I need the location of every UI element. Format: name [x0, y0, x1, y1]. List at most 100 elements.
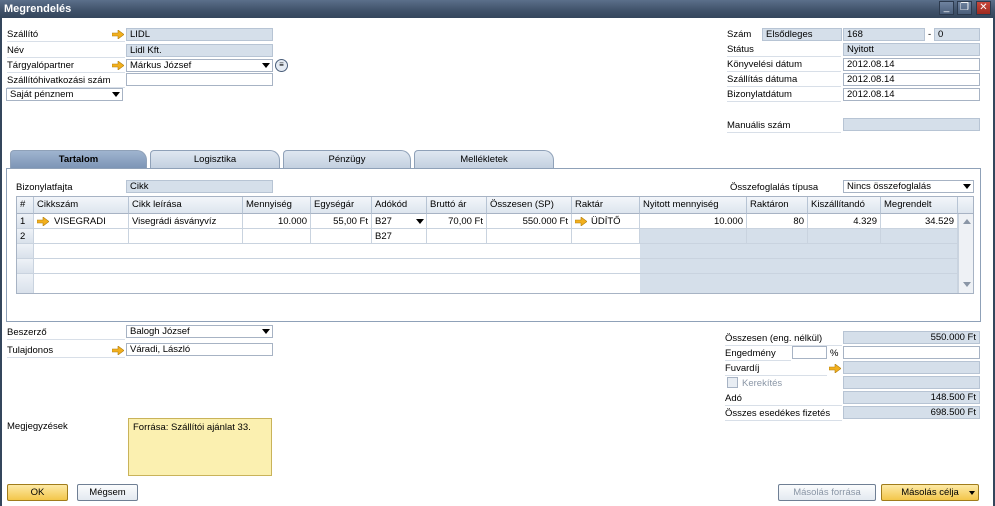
- link-arrow-icon[interactable]: [37, 217, 49, 226]
- tab-accounting[interactable]: Pénzügy: [283, 150, 411, 168]
- table-cell[interactable]: [311, 229, 372, 244]
- tax-code-combo[interactable]: B27: [372, 214, 427, 229]
- posting-date-field[interactable]: 2012.08.14: [843, 58, 980, 71]
- row-number[interactable]: 1: [17, 214, 34, 229]
- tab-logistics[interactable]: Logisztika: [150, 150, 280, 168]
- summary-type-combo[interactable]: Nincs összefoglalás: [843, 180, 974, 193]
- manual-number-field[interactable]: [843, 118, 980, 131]
- cancel-button[interactable]: Mégsem: [77, 484, 138, 501]
- column-header[interactable]: Raktár: [572, 197, 640, 214]
- column-header[interactable]: Kiszállítandó: [808, 197, 881, 214]
- percent-sign: %: [830, 348, 839, 359]
- link-arrow-icon[interactable]: [829, 364, 841, 373]
- discount-amount-field[interactable]: [843, 346, 980, 359]
- column-header[interactable]: Egységár: [311, 197, 372, 214]
- tab-contents[interactable]: Tartalom: [10, 150, 147, 168]
- empty-row[interactable]: [34, 244, 640, 259]
- link-arrow-icon[interactable]: [112, 346, 124, 355]
- ref-label: Szállítóhivatkozási szám: [7, 75, 111, 86]
- vertical-scrollbar[interactable]: [958, 214, 973, 293]
- doc-type-field[interactable]: Cikk: [126, 180, 273, 193]
- column-header[interactable]: Cikk leírása: [129, 197, 243, 214]
- contact-value: Márkus József: [130, 60, 192, 71]
- maximize-button[interactable]: ❐: [957, 1, 972, 15]
- column-header[interactable]: #: [17, 197, 34, 214]
- doc-number-field[interactable]: 168: [843, 28, 925, 41]
- doc-suffix-field[interactable]: 0: [934, 28, 980, 41]
- link-arrow-icon[interactable]: [112, 30, 124, 39]
- link-arrow-icon[interactable]: [112, 61, 124, 70]
- discount-percent-field[interactable]: [792, 346, 827, 359]
- empty-row-shaded: [640, 244, 958, 259]
- table-cell[interactable]: 70,00 Ft: [427, 214, 487, 229]
- empty-row[interactable]: [34, 274, 640, 293]
- chevron-down-icon: [262, 63, 270, 68]
- table-cell[interactable]: [34, 229, 129, 244]
- summary-type-value: Nincs összefoglalás: [847, 181, 931, 192]
- row-number[interactable]: [17, 259, 34, 274]
- minimize-button[interactable]: _: [939, 1, 954, 15]
- row-number[interactable]: [17, 274, 34, 293]
- currency-combo[interactable]: Saját pénznem: [6, 88, 123, 101]
- table-cell: 10.000: [640, 214, 747, 229]
- list-icon[interactable]: ≡: [275, 59, 288, 72]
- supplier-field[interactable]: LIDL: [126, 28, 273, 41]
- supplier-label: Szállító: [7, 29, 39, 40]
- table-cell: 4.329: [808, 214, 881, 229]
- column-header[interactable]: Cikkszám: [34, 197, 129, 214]
- row-number[interactable]: 2: [17, 229, 34, 244]
- scroll-down-icon[interactable]: [963, 282, 971, 287]
- table-cell[interactable]: [487, 229, 572, 244]
- empty-row[interactable]: [34, 259, 640, 274]
- table-cell: [808, 229, 881, 244]
- number-dash: -: [928, 29, 932, 40]
- column-header[interactable]: Összesen (SP): [487, 197, 572, 214]
- table-cell: [747, 229, 808, 244]
- owner-field[interactable]: Váradi, László: [126, 343, 273, 356]
- number-label: Szám: [727, 29, 752, 40]
- doc-date-field[interactable]: 2012.08.14: [843, 88, 980, 101]
- series-field[interactable]: Elsődleges: [762, 28, 842, 41]
- tax-field: 148.500 Ft: [843, 391, 980, 404]
- tab-attachments[interactable]: Mellékletek: [414, 150, 554, 168]
- table-cell[interactable]: 550.000 Ft: [487, 214, 572, 229]
- table-cell[interactable]: 55,00 Ft: [311, 214, 372, 229]
- column-header[interactable]: Raktáron: [747, 197, 808, 214]
- table-cell[interactable]: Visegrádi ásványvíz: [129, 214, 243, 229]
- close-button[interactable]: ✕: [976, 1, 991, 15]
- table-cell[interactable]: ÜDÍTŐ: [572, 214, 640, 229]
- scroll-up-icon[interactable]: [963, 219, 971, 224]
- column-header[interactable]: Bruttó ár: [427, 197, 487, 214]
- table-cell[interactable]: [572, 229, 640, 244]
- window-title: Megrendelés: [4, 3, 72, 15]
- buyer-combo[interactable]: Balogh József: [126, 325, 273, 338]
- table-cell[interactable]: [129, 229, 243, 244]
- table-cell[interactable]: B27: [372, 229, 427, 244]
- tax-code-value: B27: [375, 216, 392, 227]
- window-titlebar: Megrendelés: [0, 0, 995, 18]
- column-header[interactable]: Mennyiség: [243, 197, 311, 214]
- table-cell[interactable]: [243, 229, 311, 244]
- table-cell[interactable]: VISEGRADI: [34, 214, 129, 229]
- table-cell[interactable]: [427, 229, 487, 244]
- column-header[interactable]: Adókód: [372, 197, 427, 214]
- ref-number-field[interactable]: [126, 73, 273, 86]
- name-field[interactable]: Lidl Kft.: [126, 44, 273, 57]
- table-cell[interactable]: 10.000: [243, 214, 311, 229]
- column-header[interactable]: Megrendelt: [881, 197, 958, 214]
- remarks-textarea[interactable]: Forrása: Szállítói ajánlat 33.: [128, 418, 272, 476]
- column-header[interactable]: Nyitott mennyiség: [640, 197, 747, 214]
- row-number[interactable]: [17, 244, 34, 259]
- contact-combo[interactable]: Márkus József: [126, 59, 273, 72]
- ok-button[interactable]: OK: [7, 484, 68, 501]
- tax-label: Adó: [725, 393, 742, 404]
- rounding-checkbox[interactable]: [727, 377, 738, 388]
- freight-field[interactable]: [843, 361, 980, 374]
- copy-from-button[interactable]: Másolás forrása: [778, 484, 876, 501]
- posting-date-label: Könyvelési dátum: [727, 59, 802, 70]
- scrollbar-header: [958, 197, 973, 214]
- delivery-date-field[interactable]: 2012.08.14: [843, 73, 980, 86]
- copy-to-button[interactable]: Másolás célja: [881, 484, 979, 501]
- table-cell: 34.529: [881, 214, 958, 229]
- link-arrow-icon[interactable]: [575, 217, 587, 226]
